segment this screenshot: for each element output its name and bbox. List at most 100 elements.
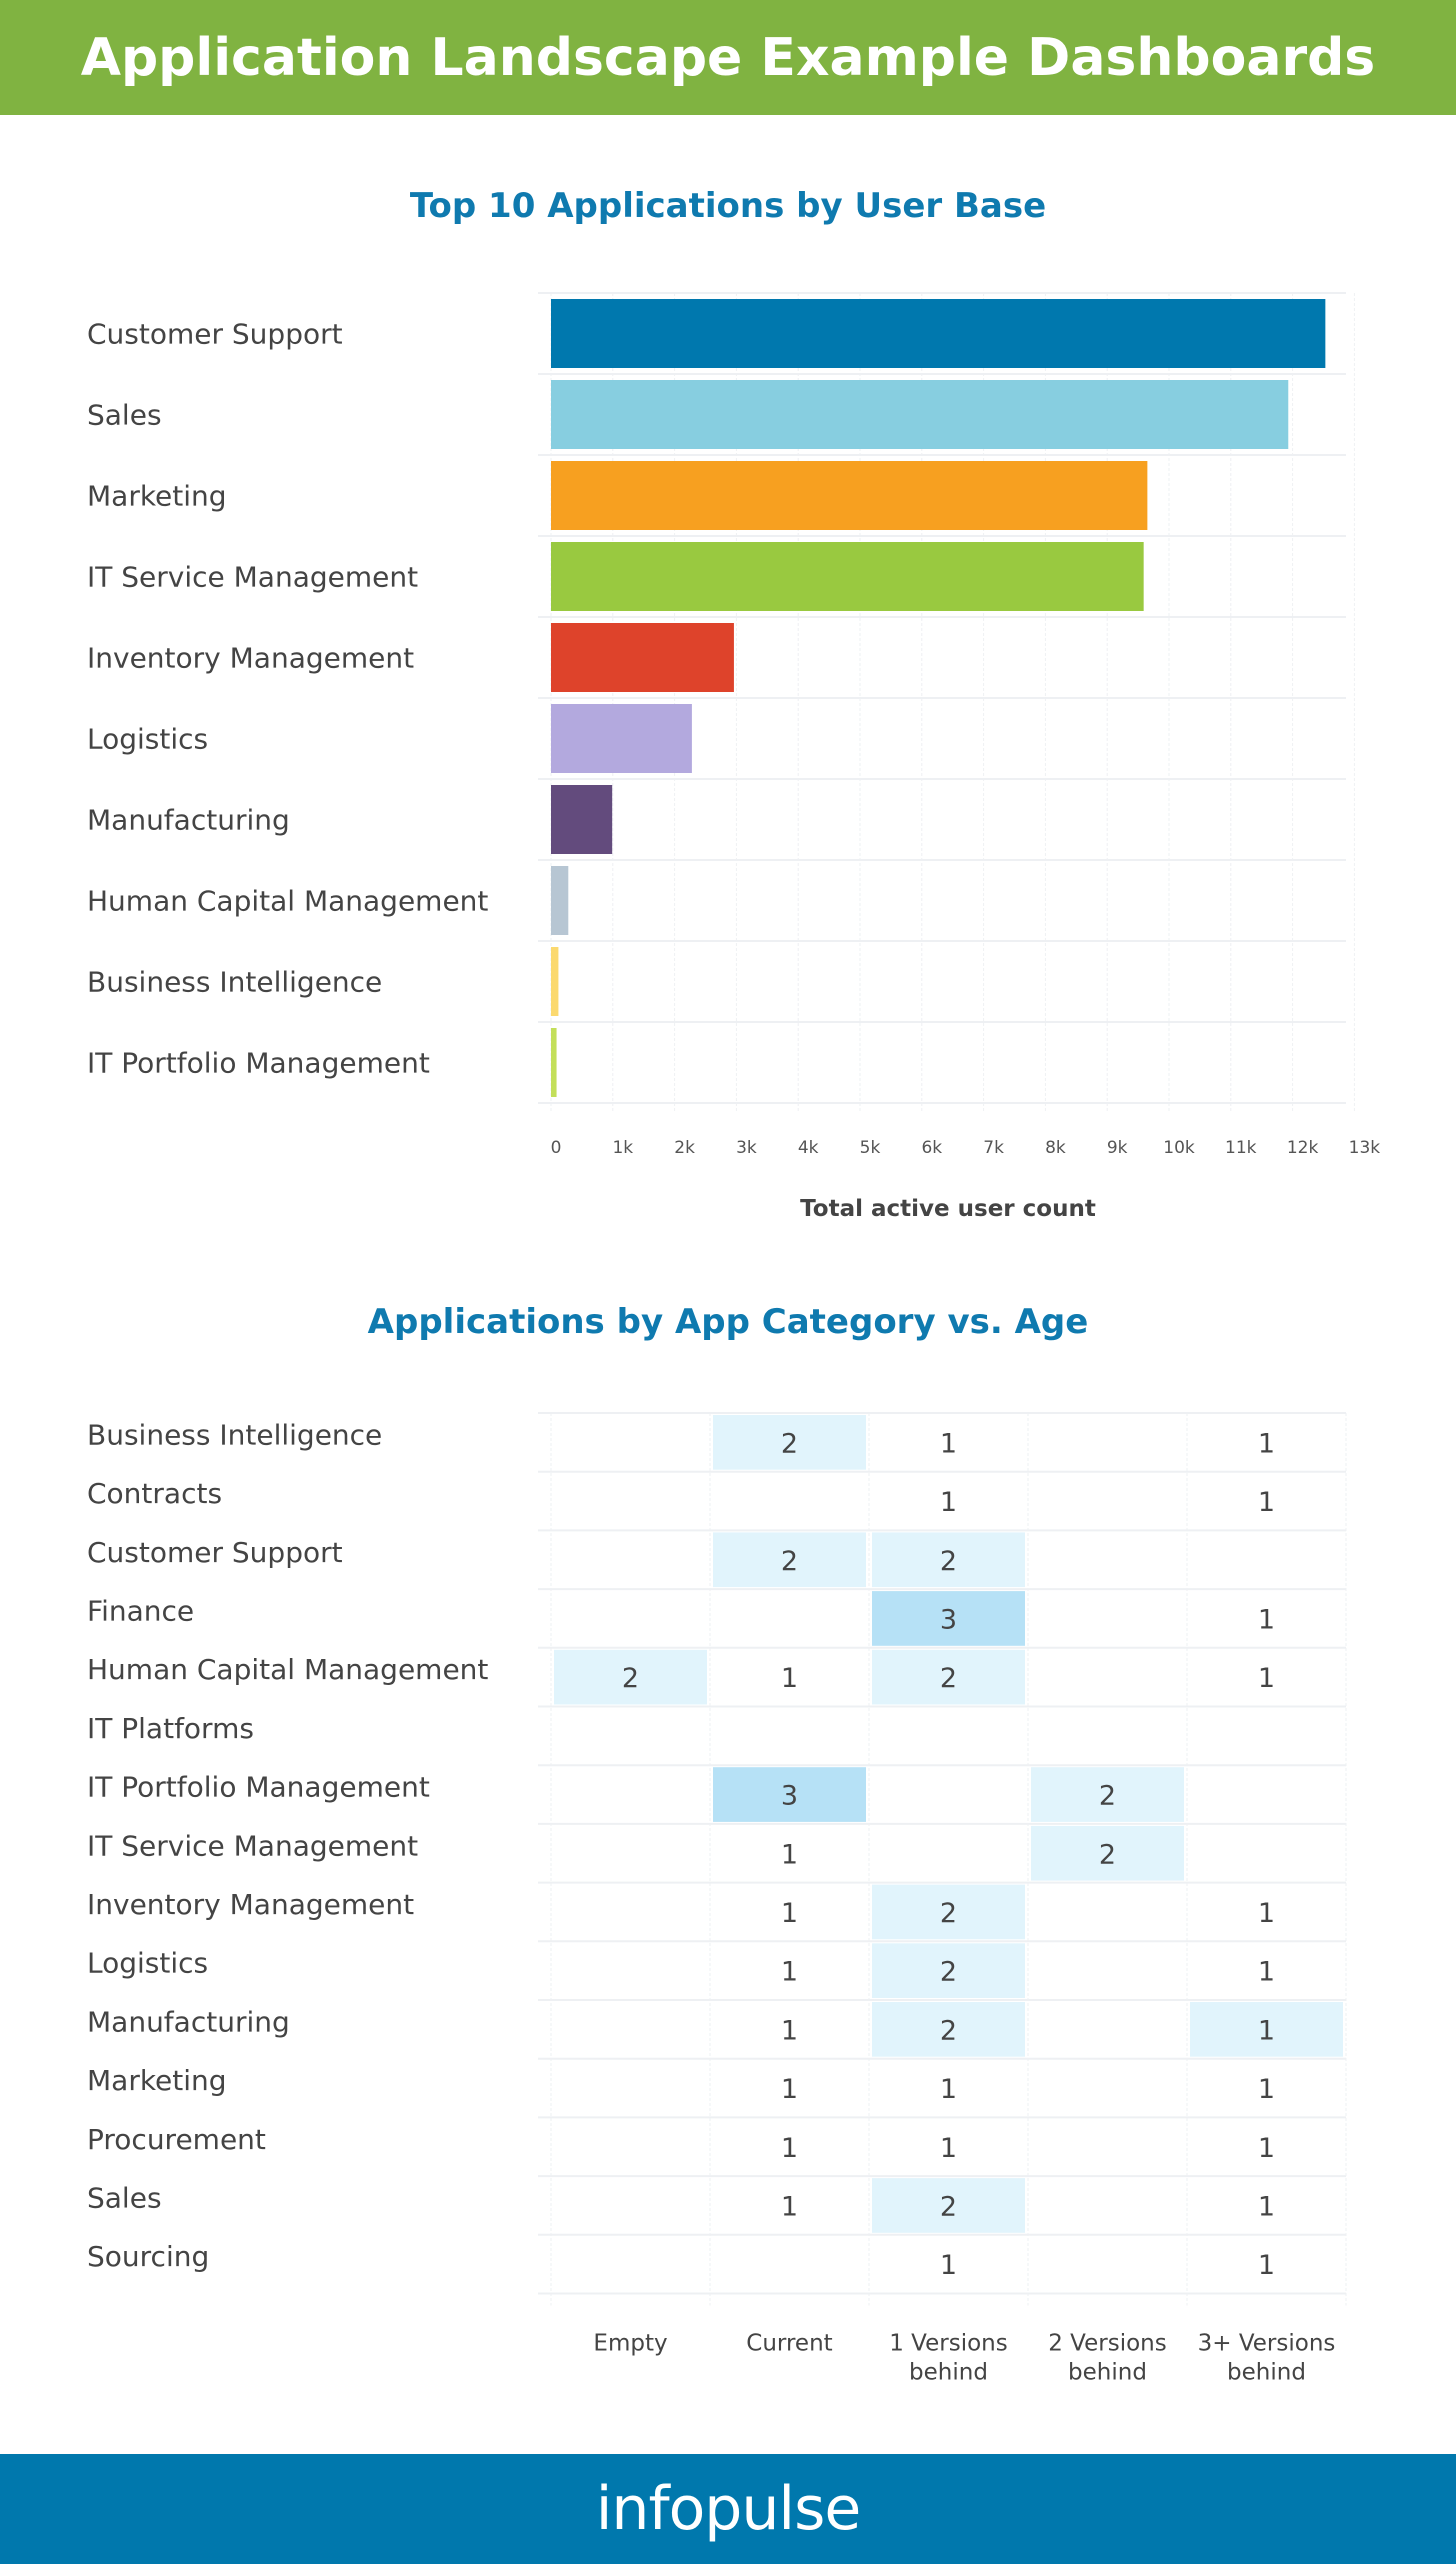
heatmap-row-label: IT Portfolio Management [87, 1771, 430, 1804]
x-tick-label: 0 [551, 1138, 562, 1158]
heatmap-cell-value: 1 [940, 2074, 957, 2105]
heatmap-row-label: Logistics [87, 1947, 208, 1980]
heatmap-row-label: Procurement [87, 2123, 266, 2156]
heatmap-row-label: IT Platforms [87, 1712, 254, 1745]
heatmap-cell-value: 1 [1258, 2191, 1275, 2222]
heatmap-cell-value: 1 [1258, 2250, 1275, 2281]
bar[interactable] [551, 947, 559, 1016]
bar-category-label: IT Portfolio Management [87, 1047, 430, 1080]
heatmap-row-label: Sourcing [87, 2240, 209, 2273]
x-tick-label: 3k [736, 1138, 757, 1158]
heatmap-cell-value: 1 [781, 2191, 798, 2222]
x-tick-label: 2k [674, 1138, 695, 1158]
heatmap-row-label: IT Service Management [87, 1829, 418, 1862]
heatmap-cell-value: 1 [781, 1663, 798, 1694]
heatmap-cell-value: 1 [940, 2250, 957, 2281]
heatmap-cell-value: 1 [940, 1487, 957, 1518]
heatmap-column-label-line2: behind [1227, 2360, 1306, 2386]
bar[interactable] [551, 1028, 557, 1097]
heatmap-cell-value: 1 [1258, 1663, 1275, 1694]
x-tick-label: 8k [1045, 1138, 1066, 1158]
heatmap-cell-value: 1 [781, 2074, 798, 2105]
heatmap-row-label: Contracts [87, 1477, 222, 1510]
heatmap-cell-value: 1 [1258, 1957, 1275, 1988]
bar[interactable] [551, 704, 692, 773]
bar-category-label: Manufacturing [87, 804, 290, 837]
heatmap-cell-value: 1 [781, 1957, 798, 1988]
x-tick-label: 11k [1225, 1138, 1257, 1158]
bar[interactable] [551, 380, 1289, 449]
bar-category-label: Marketing [87, 480, 227, 513]
heatmap-column-label: 1 Versions [889, 2331, 1008, 2357]
bar-category-label: Human Capital Management [87, 885, 488, 918]
bar[interactable] [551, 542, 1144, 611]
bar[interactable] [551, 461, 1148, 530]
bar-category-label: Inventory Management [87, 642, 414, 675]
heatmap-cell-value: 2 [940, 2191, 957, 2222]
heatmap-title: Applications by App Category vs. Age [367, 1302, 1089, 1342]
bar-category-label: Logistics [87, 723, 208, 756]
heatmap-cell-value: 1 [1258, 1428, 1275, 1459]
heatmap-cell-value: 3 [781, 1781, 798, 1812]
heatmap-row-label: Sales [87, 2181, 162, 2214]
x-tick-label: 5k [860, 1138, 881, 1158]
brand-logo: infopulse [595, 2474, 861, 2544]
heatmap-column-label-line2: behind [1068, 2360, 1147, 2386]
heatmap-cell-value: 1 [1258, 2074, 1275, 2105]
heatmap-column-label: Empty [593, 2331, 667, 2357]
heatmap-cell-value: 1 [1258, 2133, 1275, 2164]
heatmap-cell-value: 2 [940, 2015, 957, 2046]
heatmap-row-label: Marketing [87, 2064, 227, 2097]
heatmap-cell-value: 1 [940, 1428, 957, 1459]
heatmap-chart: Business Intelligence 2 1 1 Contracts 1 1 Custo… [87, 1412, 1347, 2386]
heatmap-cell-value: 2 [940, 1898, 957, 1929]
x-tick-label: 7k [983, 1138, 1004, 1158]
bar[interactable] [551, 623, 734, 692]
page-footer: infopulse [0, 2454, 1456, 2564]
x-axis-label: Total active user count [800, 1196, 1096, 1222]
heatmap-cell-value: 1 [781, 1898, 798, 1929]
bar[interactable] [551, 299, 1326, 368]
heatmap-column-label: 2 Versions [1048, 2331, 1167, 2357]
x-tick-label: 6k [921, 1138, 942, 1158]
heatmap-cell-value: 2 [940, 1546, 957, 1577]
heatmap-cell-value: 2 [1099, 1781, 1116, 1812]
bar-category-label: IT Service Management [87, 561, 418, 594]
bar-category-label: Sales [87, 399, 162, 432]
heatmap-cell-value: 1 [781, 2015, 798, 2046]
heatmap-cell-value: 2 [622, 1663, 639, 1694]
heatmap-column-label: Current [746, 2331, 832, 2357]
bar-category-label: Business Intelligence [87, 966, 382, 999]
heatmap-row-label: Business Intelligence [87, 1418, 382, 1451]
x-tick-label: 4k [798, 1138, 819, 1158]
heatmap-column-label-line2: behind [909, 2360, 988, 2386]
heatmap-cell-value: 2 [1099, 1839, 1116, 1870]
heatmap-cell-value: 3 [940, 1604, 957, 1635]
x-tick-label: 10k [1163, 1138, 1195, 1158]
heatmap-cell-value: 1 [781, 1839, 798, 1870]
heatmap-cell-value: 2 [781, 1428, 798, 1459]
heatmap-cell-value: 1 [940, 2133, 957, 2164]
x-tick-label: 9k [1107, 1138, 1128, 1158]
x-tick-label: 13k [1349, 1138, 1381, 1158]
heatmap-cell-value: 1 [1258, 2015, 1275, 2046]
heatmap-column-label: 3+ Versions [1198, 2331, 1336, 2357]
x-tick-label: 1k [612, 1138, 633, 1158]
bar[interactable] [551, 866, 569, 935]
x-tick-label: 12k [1287, 1138, 1319, 1158]
heatmap-cell-value: 1 [781, 2133, 798, 2164]
heatmap-row-label: Customer Support [87, 1536, 343, 1569]
bar-category-label: Customer Support [87, 318, 343, 351]
heatmap-cell-value: 1 [1258, 1487, 1275, 1518]
heatmap-row-label: Human Capital Management [87, 1653, 488, 1686]
heatmap-row-label: Manufacturing [87, 2005, 290, 2038]
bar-chart: Customer Support Sales Marketing IT Service… [87, 292, 1381, 1222]
heatmap-cell-value: 2 [940, 1663, 957, 1694]
heatmap-cell-value: 2 [940, 1957, 957, 1988]
heatmap-row-label: Finance [87, 1594, 194, 1627]
heatmap-cell-value: 1 [1258, 1898, 1275, 1929]
heatmap-row-label: Inventory Management [87, 1888, 414, 1921]
heatmap-cell-value: 1 [1258, 1604, 1275, 1635]
bar[interactable] [551, 785, 613, 854]
heatmap-cell-value: 2 [781, 1546, 798, 1577]
